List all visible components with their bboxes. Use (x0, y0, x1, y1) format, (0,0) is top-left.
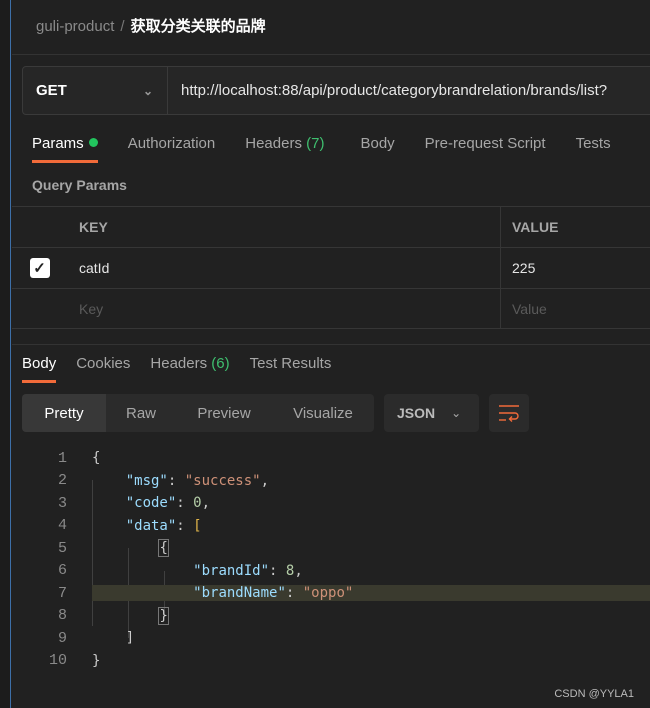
divider (12, 54, 650, 55)
response-tabs: Body Cookies Headers (6) Test Results (22, 355, 351, 383)
method-select[interactable]: GET ⌄ (23, 67, 168, 114)
response-body-editor[interactable]: 1{ 2 "msg": "success", 3 "code": 0, 4 "d… (12, 447, 650, 672)
params-table: KEY VALUE ✓ catId 225 Key Value (12, 206, 650, 329)
sidebar-edge (0, 0, 11, 708)
tab-pre-request-script[interactable]: Pre-request Script (425, 135, 546, 163)
tab-params[interactable]: Params (32, 135, 98, 163)
chevron-down-icon: ⌄ (451, 406, 462, 420)
method-label: GET (36, 82, 67, 99)
breadcrumb: guli-product / 获取分类关联的品牌 (36, 15, 266, 36)
request-tabs: Params Authorization Headers (7) Body Pr… (32, 135, 641, 163)
format-label: JSON (397, 405, 436, 421)
wrap-icon (499, 405, 519, 422)
tab-body[interactable]: Body (360, 135, 394, 163)
chevron-down-icon: ⌄ (142, 83, 153, 98)
url-input[interactable]: http://localhost:88/api/product/category… (168, 67, 607, 114)
tab-response-headers[interactable]: Headers (6) (150, 355, 229, 383)
param-value[interactable]: 225 (501, 248, 650, 288)
params-active-dot (88, 138, 98, 147)
view-visualize[interactable]: Visualize (272, 394, 374, 432)
tab-tests[interactable]: Tests (576, 135, 611, 163)
breadcrumb-separator: / (120, 18, 125, 35)
view-preview[interactable]: Preview (176, 394, 272, 432)
key-input[interactable]: Key (67, 289, 501, 328)
request-name[interactable]: 获取分类关联的品牌 (131, 18, 266, 35)
breadcrumb-collection[interactable]: guli-product (36, 18, 114, 35)
url-bar: GET ⌄ http://localhost:88/api/product/cat… (22, 66, 650, 115)
param-checkbox[interactable]: ✓ (29, 258, 50, 278)
table-row: ✓ catId 225 (12, 247, 650, 288)
watermark: CSDN @YYLA1 (554, 688, 634, 700)
tab-response-body[interactable]: Body (22, 355, 57, 383)
view-pretty[interactable]: Pretty (22, 394, 106, 432)
wrap-lines-button[interactable] (489, 394, 529, 432)
value-input[interactable]: Value (501, 289, 650, 328)
query-params-title: Query Params (32, 177, 127, 193)
format-select[interactable]: JSON ⌄ (384, 394, 479, 432)
view-mode-switch: Pretty Raw Preview Visualize (22, 394, 374, 432)
table-row-empty: Key Value (12, 288, 650, 329)
param-key[interactable]: catId (67, 248, 501, 288)
divider (12, 344, 650, 345)
tab-test-results[interactable]: Test Results (250, 355, 332, 383)
tab-cookies[interactable]: Cookies (76, 355, 130, 383)
key-header: KEY (67, 207, 501, 247)
view-raw[interactable]: Raw (106, 394, 176, 432)
value-header: VALUE (512, 219, 559, 235)
tab-headers[interactable]: Headers (7) (245, 135, 324, 163)
tab-authorization[interactable]: Authorization (128, 135, 216, 163)
